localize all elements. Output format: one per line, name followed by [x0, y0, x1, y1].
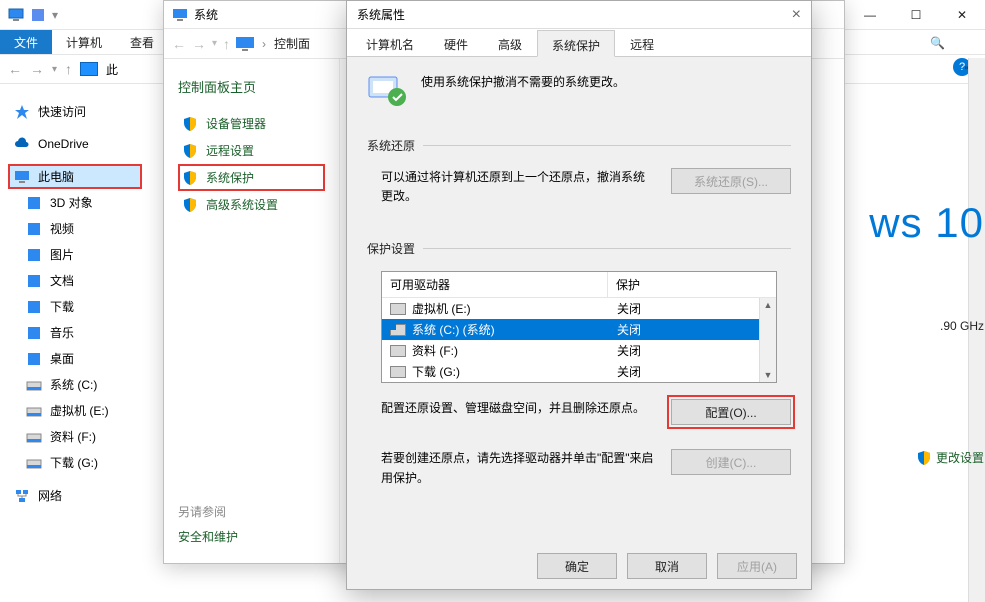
sidebar-this-pc[interactable]: 此电脑 [8, 164, 142, 189]
restore-heading: 系统还原 [367, 137, 415, 154]
sidebar-network[interactable]: 网络 [8, 483, 142, 508]
drive-row[interactable]: 系统 (C:) (系统)关闭 [382, 319, 759, 340]
cpu-ghz-fragment: .90 GHz [940, 319, 984, 333]
sidebar-item[interactable]: 桌面 [8, 346, 142, 371]
system-icon [172, 7, 188, 23]
protection-heading: 保护设置 [367, 240, 415, 257]
cp-link-0[interactable]: 设备管理器 [178, 110, 325, 137]
tab-4[interactable]: 远程 [615, 29, 669, 56]
drive-icon [390, 324, 406, 336]
cp-home-heading: 控制面板主页 [178, 77, 325, 96]
cloud-icon [14, 136, 30, 152]
shield-icon [916, 450, 932, 466]
windows10-logo-text: ws 10 [869, 199, 984, 247]
drive-row[interactable]: 资料 (F:)关闭 [382, 340, 759, 361]
dialog-footer: 确定 取消 应用(A) [537, 553, 797, 579]
sidebar-item[interactable]: 视频 [8, 216, 142, 241]
system-restore-button[interactable]: 系统还原(S)... [671, 168, 791, 194]
address-text: 此 [106, 61, 118, 78]
star-icon [14, 104, 30, 120]
shield-icon [182, 116, 198, 132]
network-icon [14, 488, 30, 504]
cp-sidebar: 控制面板主页 设备管理器远程设置系统保护高级系统设置 另请参阅 安全和维护 [164, 59, 340, 563]
dialog-tabs: 计算机名硬件高级系统保护远程 [347, 29, 811, 57]
sidebar-item[interactable]: 下载 (G:) [8, 450, 142, 475]
drive-icon [390, 366, 406, 378]
sidebar-item[interactable]: 文档 [8, 268, 142, 293]
tab-1[interactable]: 硬件 [429, 29, 483, 56]
shield-icon [182, 143, 198, 159]
tab-0[interactable]: 计算机名 [351, 29, 429, 56]
sidebar-item[interactable]: 音乐 [8, 320, 142, 345]
restore-desc: 可以通过将计算机还原到上一个还原点，撤消系统更改。 [381, 168, 655, 206]
dialog-title: 系统属性 [357, 6, 405, 23]
apply-button[interactable]: 应用(A) [717, 553, 797, 579]
cp-link-2[interactable]: 系统保护 [178, 164, 325, 191]
cp-link-1[interactable]: 远程设置 [178, 137, 325, 164]
shield-icon [182, 170, 198, 186]
sidebar-onedrive[interactable]: OneDrive [8, 132, 142, 156]
intro-text: 使用系统保护撤消不需要的系统更改。 [421, 73, 625, 90]
ok-button[interactable]: 确定 [537, 553, 617, 579]
shield-icon [182, 197, 198, 213]
sidebar-quick-access[interactable]: 快速访问 [8, 99, 142, 124]
save-icon [30, 7, 46, 23]
close-button[interactable]: × [792, 6, 801, 24]
forward-button[interactable]: → [192, 36, 206, 52]
drive-icon [390, 303, 406, 315]
sidebar-item[interactable]: 系统 (C:) [8, 372, 142, 397]
explorer-sidebar: 快速访问 OneDrive 此电脑 3D 对象视频图片文档下载音乐桌面系统 (C… [0, 86, 150, 521]
sidebar-item[interactable]: 虚拟机 (E:) [8, 398, 142, 423]
pc-icon [8, 7, 24, 23]
configure-button[interactable]: 配置(O)... [671, 399, 791, 425]
drive-icon [390, 345, 406, 357]
view-tab[interactable]: 查看 [116, 30, 168, 54]
system-properties-dialog: 系统属性 × 计算机名硬件高级系统保护远程 使用系统保护撤消不需要的系统更改。 … [346, 0, 812, 590]
up-button[interactable]: ↑ [65, 61, 72, 77]
configure-desc: 配置还原设置、管理磁盘空间，并且删除还原点。 [381, 399, 655, 418]
drive-list[interactable]: 可用驱动器 保护 虚拟机 (E:)关闭系统 (C:) (系统)关闭资料 (F:)… [381, 271, 777, 383]
cp-link-3[interactable]: 高级系统设置 [178, 191, 325, 218]
sidebar-item[interactable]: 图片 [8, 242, 142, 267]
forward-button[interactable]: → [30, 61, 44, 77]
address-pc-icon [80, 62, 98, 76]
sidebar-item[interactable]: 资料 (F:) [8, 424, 142, 449]
minimize-button[interactable]: — [847, 0, 893, 30]
drive-list-header: 可用驱动器 保护 [382, 272, 776, 298]
breadcrumb[interactable]: 控制面 [274, 35, 310, 52]
close-button[interactable]: ✕ [939, 0, 985, 30]
tab-2[interactable]: 高级 [483, 29, 537, 56]
system-protection-icon [367, 73, 407, 107]
history-dropdown[interactable]: ▾ [212, 38, 217, 49]
dialog-titlebar: 系统属性 × [347, 1, 811, 29]
tab-3[interactable]: 系统保护 [537, 30, 615, 57]
search-icon[interactable]: 🔍 [930, 36, 945, 50]
back-button[interactable]: ← [172, 36, 186, 52]
pc-icon [236, 37, 254, 51]
change-settings-link[interactable]: 更改设置 [916, 449, 984, 466]
file-tab[interactable]: 文件 [0, 30, 52, 54]
drive-row[interactable]: 下载 (G:)关闭 [382, 361, 759, 382]
drive-row[interactable]: 虚拟机 (E:)关闭 [382, 298, 759, 319]
see-also-title: 另请参阅 [178, 503, 238, 520]
history-dropdown[interactable]: ▾ [52, 64, 57, 75]
sidebar-item[interactable]: 下载 [8, 294, 142, 319]
system-title: 系统 [194, 6, 218, 23]
cancel-button[interactable]: 取消 [627, 553, 707, 579]
create-desc: 若要创建还原点，请先选择驱动器并单击"配置"来启用保护。 [381, 449, 655, 487]
maximize-button[interactable]: ☐ [893, 0, 939, 30]
see-also-link[interactable]: 安全和维护 [178, 528, 238, 545]
create-button[interactable]: 创建(C)... [671, 449, 791, 475]
window-controls: — ☐ ✕ [847, 0, 985, 30]
up-button[interactable]: ↑ [223, 36, 230, 52]
sidebar-item[interactable]: 3D 对象 [8, 190, 142, 215]
col-status: 保护 [608, 272, 758, 297]
list-scrollbar[interactable]: ▲▼ [759, 298, 776, 382]
pc-icon [14, 169, 30, 185]
computer-tab[interactable]: 计算机 [52, 30, 116, 54]
back-button[interactable]: ← [8, 61, 22, 77]
col-drive: 可用驱动器 [382, 272, 608, 297]
